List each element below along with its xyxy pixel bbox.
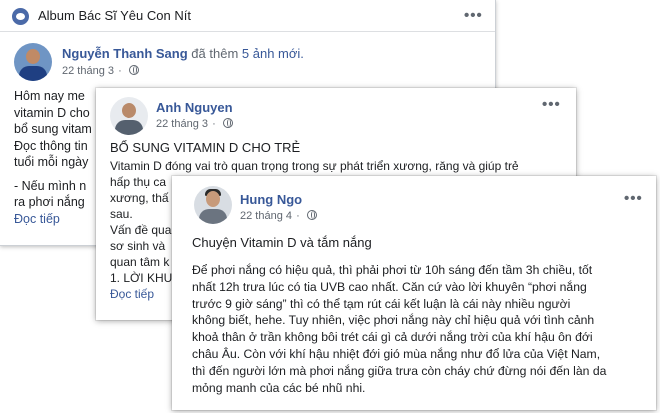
post-header: Nguyễn Thanh Sang đã thêm 5 ảnh mới. (62, 46, 304, 61)
body-line: không biết, hehe. Tuy nhiên, việc phơi n… (192, 313, 595, 328)
body-line: bổ sung vitam (14, 122, 92, 136)
author-name[interactable]: Hung Ngo (240, 192, 302, 207)
body-line: - Nếu mình n (14, 178, 87, 193)
body-line: thì đến người lớn mà phơi nắng giữa trưa… (192, 363, 607, 378)
post-date[interactable]: 22 tháng 4 (240, 210, 292, 222)
action-text: đã thêm (191, 46, 239, 61)
body-line: mỏng manh của các bé nhũ nhi. (192, 380, 366, 395)
avatar[interactable] (110, 97, 148, 135)
author-name[interactable]: Nguyễn Thanh Sang (62, 46, 188, 61)
body-line: vitamin D cho (14, 105, 90, 120)
post-date[interactable]: 22 tháng 3 (62, 65, 114, 77)
more-options-icon[interactable]: ••• (542, 97, 561, 112)
post-title: Chuyện Vitamin D và tắm nắng (192, 235, 372, 250)
public-globe-icon (306, 210, 317, 220)
body-line: ra phơi nắng (14, 195, 85, 209)
body-line: khoả thân ở trần không bôi trét cái gì c… (192, 330, 593, 345)
more-options-icon[interactable]: ••• (464, 8, 483, 23)
group-name[interactable]: Album Bác Sĩ Yêu Con Nít (38, 8, 191, 23)
author-name[interactable]: Anh Nguyen (156, 100, 233, 115)
body-line: nhất 12h trưa lúc có tia UVB cao nhất. C… (192, 279, 587, 294)
avatar[interactable] (14, 43, 52, 81)
body-line: Vitamin D đóng vai trò quan trọng trong … (110, 159, 519, 173)
post-body: Hôm nay me vitamin D cho bổ sung vitam Đ… (14, 88, 92, 227)
meta-separator: · (212, 118, 216, 130)
post-title: BỔ SUNG VITAMIN D CHO TRẺ (110, 140, 301, 155)
post-date[interactable]: 22 tháng 3 (156, 118, 208, 130)
body-line (14, 171, 92, 178)
meta-separator: · (296, 210, 300, 222)
body-line: châu Âu. Còn với khí hậu nhiệt đới gió m… (192, 346, 601, 361)
avatar[interactable] (194, 186, 232, 224)
post-action: đã thêm 5 ảnh mới. (191, 46, 304, 61)
body-line: tuổi mỗi ngày (14, 155, 89, 169)
meta-separator: · (118, 65, 122, 77)
post-meta: 22 tháng 3 · (62, 65, 139, 77)
group-icon (12, 8, 29, 25)
group-header: Album Bác Sĩ Yêu Con Nít (0, 0, 495, 32)
post-body: Để phơi nắng có hiệu quả, thì phải phơi … (192, 262, 606, 396)
post-meta: 22 tháng 4 · (240, 210, 317, 222)
more-options-icon[interactable]: ••• (624, 191, 643, 206)
action-link[interactable]: 5 ảnh mới. (242, 46, 304, 61)
body-line: trước 9 giờ sáng” thì có thể tạm rút cái… (192, 296, 571, 311)
read-more-link[interactable]: Đọc tiếp (14, 211, 92, 228)
public-globe-icon (222, 118, 233, 128)
post-meta: 22 tháng 3 · (156, 118, 233, 130)
public-globe-icon (128, 65, 139, 75)
body-line: Hôm nay me (14, 89, 85, 103)
body-line: Đọc thông tin (14, 138, 88, 153)
body-line: Để phơi nắng có hiệu quả, thì phải phơi … (192, 263, 593, 277)
